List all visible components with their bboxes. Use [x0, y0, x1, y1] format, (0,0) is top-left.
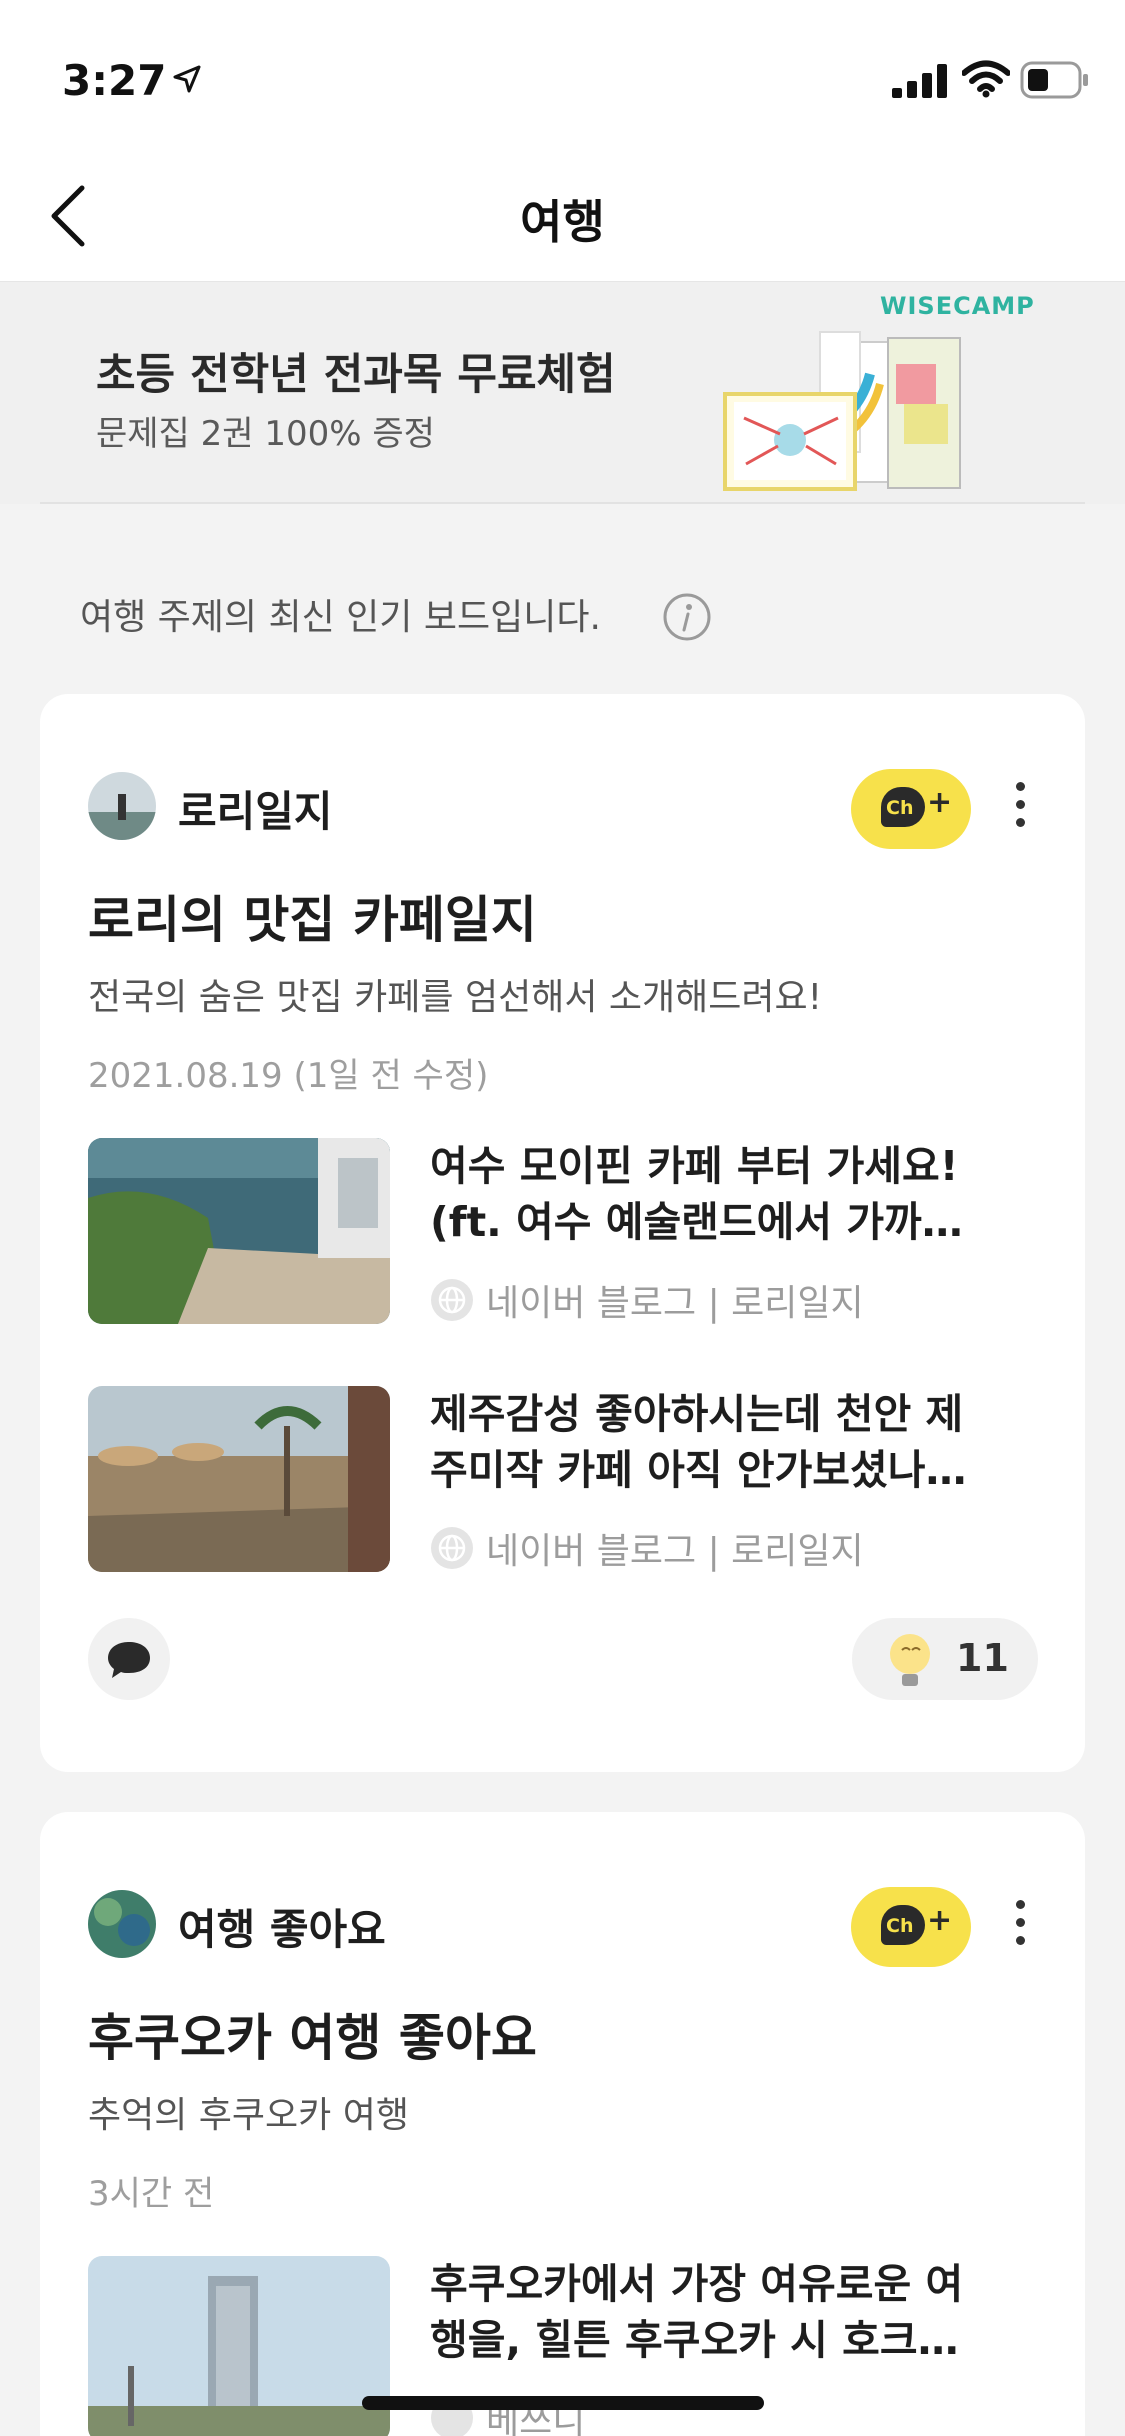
- channel-avatar[interactable]: [88, 772, 156, 840]
- workbook-illustration: [723, 331, 961, 491]
- navigation-bar: 여행: [0, 150, 1125, 282]
- board-description: 전국의 숨은 맛집 카페를 엄선해서 소개해드려요!: [88, 977, 823, 1018]
- post-thumbnail: [88, 2256, 390, 2436]
- more-options-icon[interactable]: [1010, 782, 1030, 838]
- more-options-icon[interactable]: [1010, 1900, 1030, 1956]
- section-description: 여행 주제의 최신 인기 보드입니다.: [80, 597, 601, 638]
- post-title-line: 제주감성 좋아하시는데 천안 제: [430, 1390, 964, 1438]
- home-indicator[interactable]: [362, 2396, 764, 2410]
- post-item[interactable]: 제주감성 좋아하시는데 천안 제 주미작 카페 아직 안가보셨나… 네이버 블로…: [88, 1386, 1038, 1574]
- ad-banner[interactable]: 초등 전학년 전과목 무료체험 문제집 2권 100% 증정 WISECAMP: [0, 282, 1125, 504]
- globe-icon: [431, 1527, 473, 1569]
- like-button[interactable]: 11: [852, 1618, 1038, 1700]
- comment-button[interactable]: [88, 1618, 170, 1700]
- speech-bubble-icon: [108, 1642, 150, 1678]
- channel-name[interactable]: 로리일지: [178, 778, 333, 839]
- lightbulb-icon: [890, 1634, 930, 1686]
- post-thumbnail: [88, 1386, 390, 1572]
- post-title: 제주감성 좋아하시는데 천안 제 주미작 카페 아직 안가보셨나…: [430, 1386, 1030, 1498]
- post-title-line: (ft. 여수 예술랜드에서 가까…: [430, 1198, 963, 1246]
- board-title[interactable]: 로리의 맛집 카페일지: [88, 880, 537, 952]
- post-title-line: 주미작 카페 아직 안가보셨나…: [430, 1446, 967, 1494]
- channel-ch-icon: Ch: [886, 797, 914, 819]
- cellular-signal-icon: [892, 64, 947, 98]
- channel-ch-icon: Ch: [886, 1915, 914, 1937]
- board-description: 추억의 후쿠오카 여행: [88, 2095, 409, 2136]
- banner-subtitle: 문제집 2권 100% 증정: [96, 414, 435, 454]
- battery-icon: [1020, 61, 1088, 99]
- status-time: 3:27: [62, 56, 167, 105]
- wifi-icon: [962, 60, 1010, 98]
- plus-icon: +: [927, 1903, 953, 1938]
- globe-icon: [431, 1279, 473, 1321]
- post-title-line: 여수 모이핀 카페 부터 가세요!: [430, 1142, 959, 1190]
- post-title-line: 행을, 힐튼 후쿠오카 시 호크…: [430, 2316, 959, 2364]
- post-source: 네이버 블로그 | 로리일지: [486, 1283, 864, 1324]
- banner-title: 초등 전학년 전과목 무료체험: [96, 350, 616, 400]
- location-arrow-icon: [173, 65, 201, 93]
- like-count: 11: [956, 1636, 1009, 1680]
- board-card: 여행 좋아요 Ch + 후쿠오카 여행 좋아요 추억의 후쿠오카 여행 3시간 …: [40, 1812, 1085, 2436]
- add-channel-button[interactable]: Ch +: [851, 1887, 971, 1967]
- board-date: 2021.08.19 (1일 전 수정): [88, 1056, 489, 1096]
- status-bar: 3:27: [0, 0, 1125, 150]
- board-card: 로리일지 Ch + 로리의 맛집 카페일지 전국의 숨은 맛집 카페를 엄선해서…: [40, 694, 1085, 1772]
- add-channel-button[interactable]: Ch +: [851, 769, 971, 849]
- post-item[interactable]: 여수 모이핀 카페 부터 가세요! (ft. 여수 예술랜드에서 가까… 네이버…: [88, 1138, 1038, 1326]
- banner-divider: [40, 502, 1085, 504]
- board-date: 3시간 전: [88, 2174, 215, 2214]
- post-title: 여수 모이핀 카페 부터 가세요! (ft. 여수 예술랜드에서 가까…: [430, 1138, 1030, 1250]
- post-title: 후쿠오카에서 가장 여유로운 여 행을, 힐튼 후쿠오카 시 호크…: [430, 2256, 1030, 2368]
- channel-avatar[interactable]: [88, 1890, 156, 1958]
- post-source: 네이버 블로그 | 로리일지: [486, 1531, 864, 1572]
- banner-brand-logo: WISECAMP: [880, 292, 1035, 320]
- info-icon[interactable]: [662, 592, 712, 642]
- board-title[interactable]: 후쿠오카 여행 좋아요: [88, 1998, 537, 2070]
- page-title: 여행: [520, 195, 605, 249]
- channel-name[interactable]: 여행 좋아요: [178, 1896, 386, 1957]
- post-thumbnail: [88, 1138, 390, 1324]
- post-title-line: 후쿠오카에서 가장 여유로운 여: [430, 2260, 964, 2308]
- plus-icon: +: [927, 785, 953, 820]
